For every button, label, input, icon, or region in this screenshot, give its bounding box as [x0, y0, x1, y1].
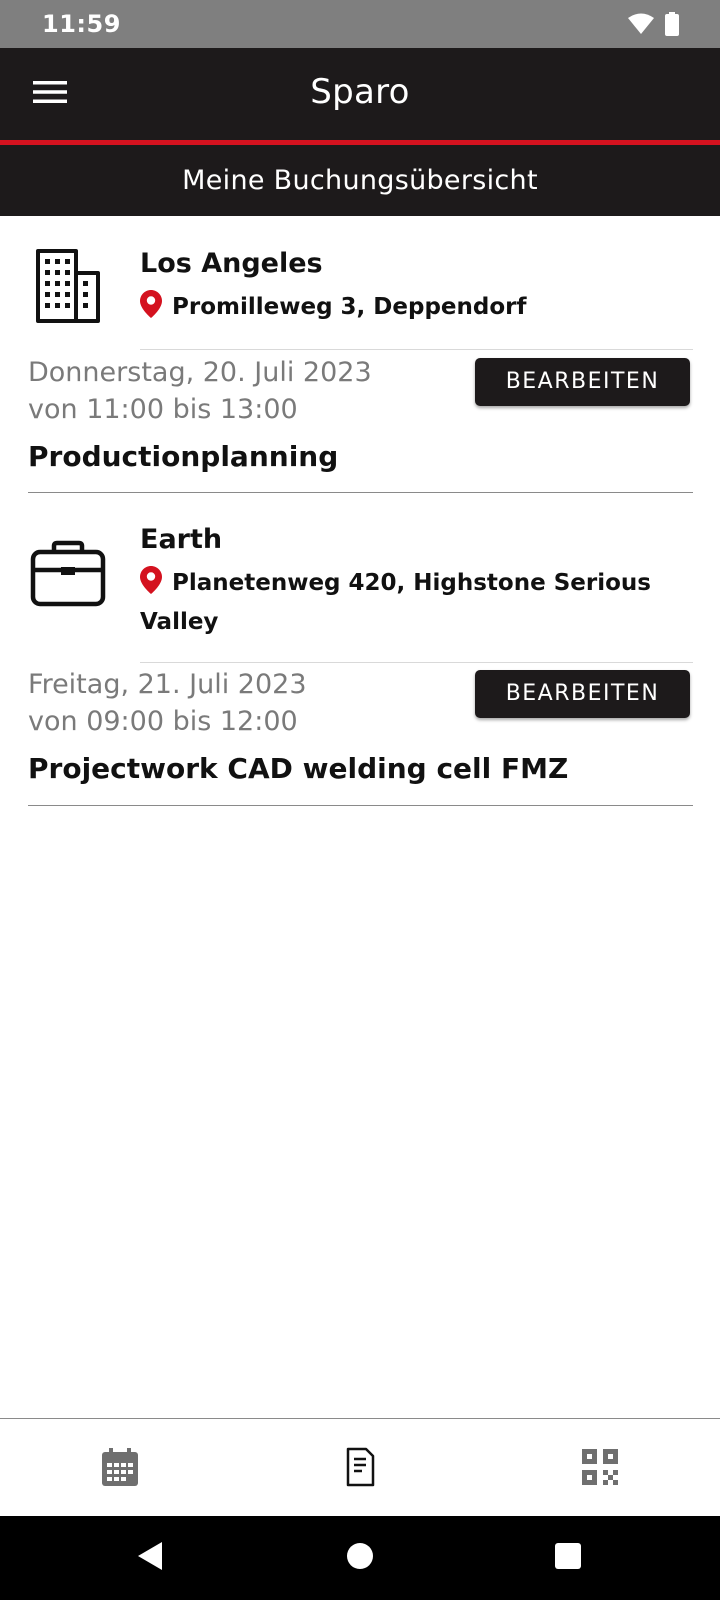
booking-title: Projectwork CAD welding cell FMZ [28, 752, 569, 785]
qr-code-icon [580, 1447, 620, 1491]
address: Planetenweg 420, Highstone Serious Valle… [140, 566, 680, 640]
booking-date: Freitag, 21. Juli 2023 [28, 669, 307, 700]
booking-card: Earth Planetenweg 420, Highstone Serious… [28, 494, 693, 808]
recents-icon [554, 1542, 582, 1574]
calendar-icon [100, 1447, 140, 1491]
nav-calendar[interactable] [98, 1447, 142, 1491]
divider [140, 662, 693, 663]
map-pin-icon [140, 290, 162, 329]
wifi-icon [628, 13, 654, 39]
address-text: Planetenweg 420, Highstone Serious Valle… [140, 570, 651, 635]
briefcase-icon [28, 532, 108, 616]
status-icons [628, 12, 680, 40]
document-icon [344, 1447, 376, 1491]
status-time: 11:59 [42, 10, 121, 38]
bottom-navigation [0, 1418, 720, 1516]
battery-icon [664, 12, 680, 40]
booking-title: Productionplanning [28, 440, 339, 473]
system-navigation-bar [0, 1516, 720, 1600]
booking-time: von 09:00 bis 12:00 [28, 706, 298, 737]
app-bar: Sparo [0, 48, 720, 140]
nav-qr-code[interactable] [578, 1447, 622, 1491]
page-title: Meine Buchungsübersicht [0, 145, 720, 216]
divider [140, 349, 693, 350]
edit-button[interactable]: BEARBEITEN [475, 358, 690, 406]
status-bar: 11:59 [0, 0, 720, 48]
booking-date: Donnerstag, 20. Juli 2023 [28, 357, 372, 388]
booking-card: Los Angeles Promilleweg 3, Deppendorf Do… [28, 216, 693, 494]
card-divider [28, 805, 693, 806]
building-icon [28, 244, 108, 328]
recents-button[interactable] [552, 1542, 584, 1574]
location-name: Earth [140, 524, 223, 555]
booking-time: von 11:00 bis 13:00 [28, 394, 298, 425]
home-button[interactable] [344, 1542, 376, 1574]
map-pin-icon [140, 566, 162, 605]
address-text: Promilleweg 3, Deppendorf [172, 294, 527, 320]
app-title: Sparo [310, 72, 410, 112]
address: Promilleweg 3, Deppendorf [140, 290, 680, 329]
back-button[interactable] [134, 1542, 166, 1574]
location-name: Los Angeles [140, 248, 323, 279]
edit-button[interactable]: BEARBEITEN [475, 670, 690, 718]
nav-bookings[interactable] [338, 1447, 382, 1491]
back-icon [136, 1541, 164, 1575]
home-icon [346, 1542, 374, 1574]
card-divider [28, 492, 693, 493]
